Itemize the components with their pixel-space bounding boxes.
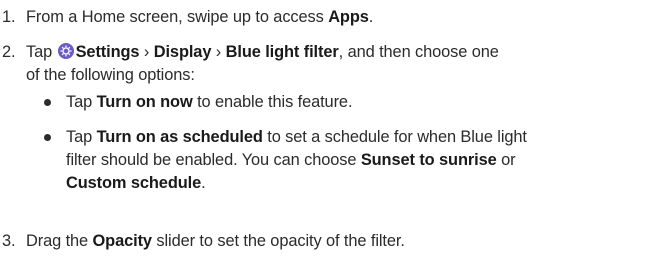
gear-icon xyxy=(57,43,74,59)
turn-on-as-scheduled-label: Turn on as scheduled xyxy=(96,128,263,146)
blue-light-filter-label: Blue light filter xyxy=(225,43,339,61)
opacity-label: Opacity xyxy=(92,232,153,250)
bullet-icon xyxy=(44,99,51,106)
display-label: Display xyxy=(153,43,212,61)
turn-on-now-label: Turn on now xyxy=(96,93,193,111)
step-text: Tap Settings › Display › Blue light filt… xyxy=(26,43,499,61)
step-text: Drag the Opacity slider to set the opaci… xyxy=(26,232,405,250)
bullet-icon xyxy=(44,134,51,141)
step-number: 1. xyxy=(2,8,16,26)
bullet-text: Tap Turn on as scheduled to set a schedu… xyxy=(66,128,527,146)
step-number: 3. xyxy=(2,232,16,250)
apps-label: Apps xyxy=(328,8,369,26)
bullet-text-continued: filter should be enabled. You can choose… xyxy=(66,151,516,169)
step-text-continued: of the following options: xyxy=(26,66,195,84)
settings-label: Settings xyxy=(75,43,140,61)
custom-schedule-label: Custom schedule xyxy=(66,174,202,192)
bullet-text: Tap Turn on now to enable this feature. xyxy=(66,93,353,111)
instruction-document: 1. From a Home screen, swipe up to acces… xyxy=(0,0,656,265)
step-number: 2. xyxy=(2,43,16,61)
bullet-text-continued: Custom schedule. xyxy=(66,174,206,192)
sunset-to-sunrise-label: Sunset to sunrise xyxy=(360,151,497,169)
step-text: From a Home screen, swipe up to access A… xyxy=(26,8,374,26)
